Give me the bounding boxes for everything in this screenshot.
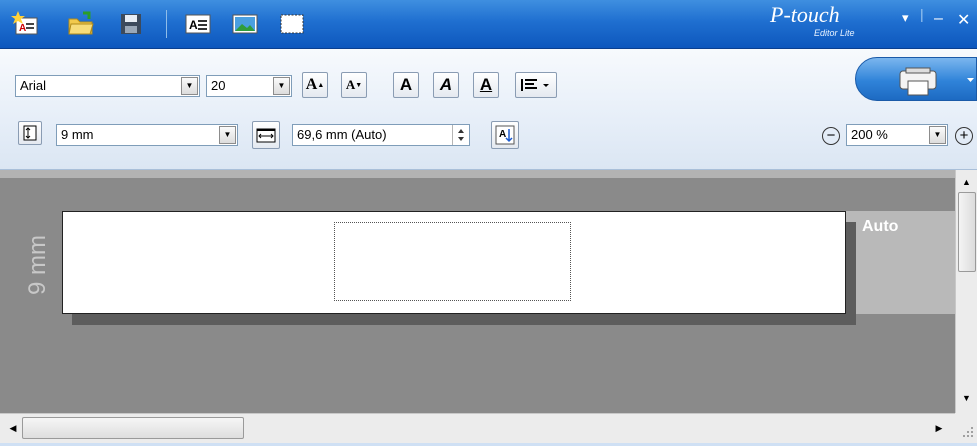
vertical-scrollbar[interactable]: ▲ ▼ — [955, 170, 977, 413]
vertical-text-button[interactable]: A — [491, 121, 519, 149]
zoom-select[interactable]: 200 % ▼ — [846, 124, 948, 146]
chevron-down-icon[interactable]: ▼ — [219, 126, 236, 144]
scroll-down-icon[interactable]: ▼ — [956, 390, 977, 406]
zoom-value: 200 % — [851, 127, 888, 142]
svg-text:A: A — [19, 23, 26, 34]
align-left-icon — [521, 79, 549, 91]
underline-button[interactable]: A — [473, 72, 499, 98]
zoom-out-icon[interactable]: − — [822, 127, 840, 145]
font-size-value: 20 — [211, 78, 226, 93]
horizontal-scrollbar[interactable]: ◀ ▶ — [0, 413, 955, 443]
printer-icon — [899, 67, 974, 96]
shrink-font-button[interactable]: A ▼ — [341, 72, 367, 98]
text-object-box[interactable] — [334, 222, 571, 301]
tape-width-icon — [18, 121, 42, 145]
tape-length-spinner[interactable] — [452, 125, 469, 145]
chevron-down-icon[interactable]: ▼ — [273, 77, 290, 95]
tape-height-label: 9 mm — [24, 235, 51, 295]
toolbar-separator — [166, 10, 167, 38]
tape-width-value: 9 mm — [61, 127, 94, 142]
chevron-down-icon[interactable]: ▼ — [181, 77, 198, 95]
insert-text-icon[interactable]: A — [183, 9, 213, 39]
brand-logo-subtitle: Editor Lite — [814, 28, 855, 38]
print-button[interactable] — [855, 57, 977, 101]
property-toolbar: Arial ▼ 20 ▼ A ▲ A ▼ A A A 9 mm ▼ 69,6 m… — [0, 49, 977, 170]
tape-length-icon — [252, 121, 280, 149]
italic-label: A — [439, 75, 453, 94]
close-button[interactable]: ✕ — [957, 10, 970, 30]
zoom-in-icon[interactable]: + — [955, 127, 973, 145]
canvas-top-strip — [0, 170, 955, 178]
underline-label: A — [479, 75, 493, 94]
insert-image-icon[interactable] — [230, 9, 260, 39]
tape-length-value: 69,6 mm (Auto) — [297, 127, 387, 142]
open-folder-icon[interactable] — [66, 9, 96, 39]
insert-frame-icon[interactable] — [277, 9, 307, 39]
scroll-left-icon[interactable]: ◀ — [4, 418, 22, 438]
font-name-select[interactable]: Arial ▼ — [15, 75, 200, 97]
new-label-icon[interactable]: A — [10, 9, 40, 39]
font-name-value: Arial — [20, 78, 47, 93]
text-align-button[interactable] — [515, 72, 557, 98]
svg-text:A: A — [499, 129, 506, 140]
svg-text:A: A — [189, 18, 198, 32]
font-size-select[interactable]: 20 ▼ — [206, 75, 292, 97]
brand-logo-text: P-touch — [770, 2, 840, 27]
scroll-right-icon[interactable]: ▶ — [930, 418, 948, 438]
shrink-font-label: A — [345, 77, 356, 92]
scroll-up-icon[interactable]: ▲ — [956, 174, 977, 190]
italic-button[interactable]: A — [433, 72, 459, 98]
window-menu-icon[interactable]: ▾ — [902, 10, 909, 26]
save-icon[interactable] — [116, 9, 146, 39]
vertical-text-icon: A — [495, 125, 515, 145]
window-separator: | — [920, 6, 924, 22]
horizontal-scroll-thumb[interactable] — [22, 417, 244, 439]
brand-logo: P-touch Editor Lite — [770, 4, 870, 44]
bold-button[interactable]: A — [393, 72, 419, 98]
minimize-button[interactable]: – — [934, 10, 943, 28]
tape-width-select[interactable]: 9 mm ▼ — [56, 124, 238, 146]
chevron-down-icon[interactable]: ▼ — [929, 126, 946, 144]
bold-label: A — [399, 75, 413, 94]
auto-length-label: Auto — [862, 218, 899, 235]
vertical-scroll-thumb[interactable] — [958, 192, 976, 272]
title-bar: A A P-touch Editor Lite ▾ | – ✕ — [0, 0, 977, 49]
grow-font-button[interactable]: A ▲ — [302, 72, 328, 98]
label-canvas[interactable]: 9 mm Auto — [0, 170, 955, 413]
tape-length-field[interactable]: 69,6 mm (Auto) — [292, 124, 470, 146]
resize-grip-icon[interactable] — [955, 413, 977, 443]
grow-font-label: A — [305, 76, 318, 93]
